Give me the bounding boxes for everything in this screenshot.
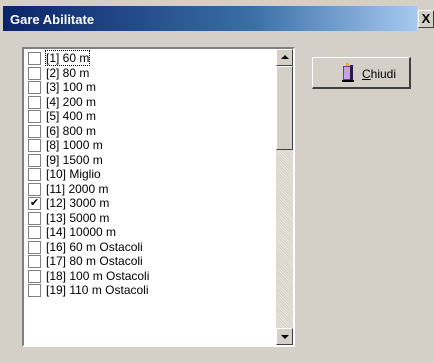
exit-door-icon: [342, 63, 354, 82]
race-label: [5] 400 m: [46, 109, 97, 123]
race-checkbox[interactable]: [28, 168, 41, 181]
race-checkbox[interactable]: [28, 255, 41, 268]
gare-abilitate-dialog: Gare Abilitate X [1] 60 m [2] 80 m [3] 100…: [0, 0, 434, 363]
race-checkbox[interactable]: [28, 81, 41, 94]
race-checkbox[interactable]: [28, 139, 41, 152]
race-label: [17] 80 m Ostacoli: [46, 254, 143, 268]
window-close-button[interactable]: X: [418, 10, 434, 28]
race-label: [18] 100 m Ostacoli: [46, 268, 150, 283]
list-item[interactable]: [4] 200 m: [25, 95, 277, 110]
race-label: [9] 1500 m: [46, 152, 103, 167]
list-item[interactable]: [8] 1000 m: [25, 138, 277, 153]
vertical-scrollbar[interactable]: [276, 49, 293, 345]
race-label: [8] 1000 m: [46, 138, 103, 152]
race-checkbox[interactable]: [28, 95, 41, 109]
race-label: [12] 3000 m: [46, 196, 110, 210]
list-item[interactable]: [5] 400 m: [25, 109, 277, 124]
title-bar[interactable]: Gare Abilitate: [3, 6, 417, 31]
race-label: [2] 80 m: [46, 65, 90, 80]
race-checkbox[interactable]: ✔: [28, 197, 41, 210]
race-checkbox[interactable]: [28, 66, 41, 80]
races-list: [1] 60 m [2] 80 m [3] 100 m [4] 200 m [5] 40…: [25, 50, 277, 298]
race-checkbox[interactable]: [28, 284, 41, 297]
race-label: [11] 2000 m: [46, 181, 109, 196]
arrow-down-icon: [281, 335, 289, 339]
race-checkbox[interactable]: [28, 211, 41, 225]
race-checkbox[interactable]: [28, 182, 41, 196]
list-item[interactable]: [14] 10000 m: [25, 225, 277, 240]
list-item[interactable]: [3] 100 m: [25, 80, 277, 95]
list-item[interactable]: [16] 60 m Ostacoli: [25, 240, 277, 255]
list-item[interactable]: [6] 800 m: [25, 124, 277, 139]
race-label: [4] 200 m: [46, 94, 97, 109]
races-checklist[interactable]: [1] 60 m [2] 80 m [3] 100 m [4] 200 m [5] 40…: [22, 47, 295, 347]
race-label: [19] 110 m Ostacoli: [46, 283, 149, 297]
arrow-up-icon: [281, 55, 289, 59]
race-checkbox[interactable]: [28, 240, 41, 254]
race-checkbox[interactable]: [28, 269, 41, 283]
list-item[interactable]: [10] Miglio: [25, 167, 277, 182]
race-label: [14] 10000 m: [46, 225, 117, 239]
list-item[interactable]: ✔ [12] 3000 m: [25, 196, 277, 211]
race-label: [13] 5000 m: [46, 210, 110, 225]
race-checkbox[interactable]: [28, 153, 41, 167]
scroll-down-button[interactable]: [276, 328, 293, 345]
list-item[interactable]: [13] 5000 m: [25, 211, 277, 226]
race-checkbox[interactable]: [28, 110, 41, 123]
list-item[interactable]: [18] 100 m Ostacoli: [25, 269, 277, 284]
scroll-up-button[interactable]: [276, 49, 293, 66]
window-title: Gare Abilitate: [10, 12, 95, 27]
chiudi-label: Chiudi: [362, 67, 397, 81]
race-checkbox[interactable]: [28, 52, 41, 65]
list-item[interactable]: [11] 2000 m: [25, 182, 277, 197]
race-checkbox[interactable]: [28, 124, 41, 138]
list-item[interactable]: [17] 80 m Ostacoli: [25, 254, 277, 269]
list-item[interactable]: [1] 60 m: [25, 50, 277, 66]
scroll-thumb[interactable]: [276, 66, 293, 150]
race-label: [1] 60 m: [44, 50, 91, 66]
race-label: [6] 800 m: [46, 123, 97, 138]
chiudi-button[interactable]: Chiudi: [312, 57, 411, 89]
list-item[interactable]: [19] 110 m Ostacoli: [25, 283, 277, 298]
race-checkbox[interactable]: [28, 226, 41, 239]
race-label: [3] 100 m: [46, 80, 97, 94]
race-label: [10] Miglio: [46, 167, 101, 181]
race-label: [16] 60 m Ostacoli: [46, 239, 143, 254]
list-item[interactable]: [9] 1500 m: [25, 153, 277, 168]
list-item[interactable]: [2] 80 m: [25, 66, 277, 81]
